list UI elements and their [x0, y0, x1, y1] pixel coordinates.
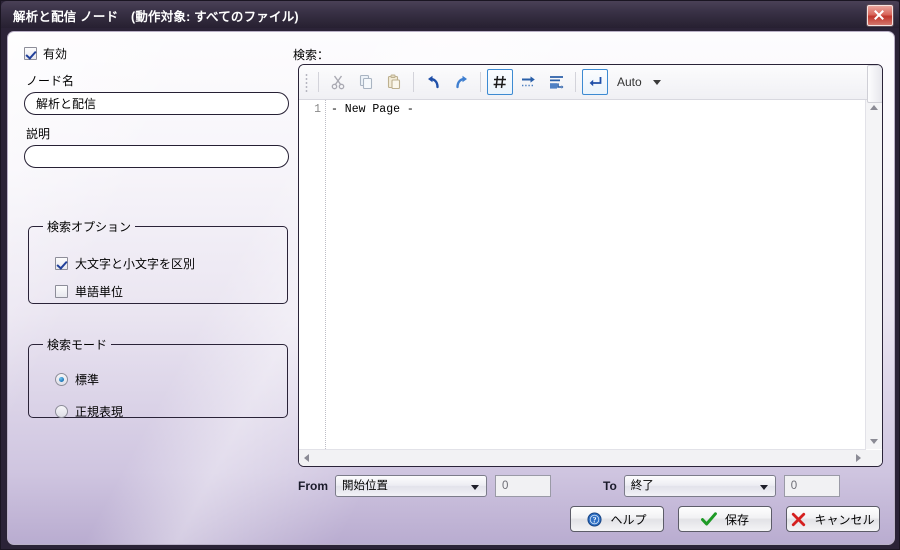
chevron-down-icon [471, 485, 479, 490]
help-button[interactable]: ? ヘルプ [570, 506, 664, 532]
cut-icon[interactable] [325, 69, 351, 95]
scrollbar-corner [866, 450, 882, 466]
dialog-content: 有効 ノード名 説明 検索オプション 大文字と小文字を区別 単語単位 検索モード… [7, 31, 895, 545]
left-panel: 有効 ノード名 説明 [24, 44, 292, 168]
scroll-up-icon[interactable] [870, 105, 878, 110]
horizontal-scrollbar[interactable] [299, 449, 866, 466]
title-bar: 解析と配信 ノード (動作対象: すべてのファイル) [1, 1, 899, 28]
search-section-label: 検索： [293, 48, 330, 62]
dialog-window: 解析と配信 ノード (動作対象: すべてのファイル) 有効 ノード名 説明 検索… [0, 0, 900, 550]
whole-word-row[interactable]: 単語単位 [55, 281, 277, 301]
line-number-gutter: 1 [299, 100, 326, 449]
search-mode-legend: 検索モード [47, 338, 108, 352]
from-dropdown-value: 開始位置 [342, 480, 388, 492]
search-mode-group: 検索モード 標準 正規表現 [28, 336, 288, 421]
search-editor-frame: Auto 1 - New Page - [298, 64, 883, 467]
editor-toolbar: Auto [299, 65, 882, 100]
encoding-label: Auto [617, 75, 642, 89]
chevron-down-icon [759, 485, 768, 490]
line-numbers-icon[interactable] [487, 69, 513, 95]
redo-icon[interactable] [448, 69, 474, 95]
cancel-button-label: キャンセル [814, 512, 875, 527]
case-sensitive-label: 大文字と小文字を区別 [75, 256, 196, 271]
editor-text[interactable]: - New Page - [326, 100, 865, 449]
description-input[interactable] [24, 145, 289, 168]
mode-standard-radio[interactable] [55, 372, 68, 386]
case-sensitive-row[interactable]: 大文字と小文字を区別 [55, 253, 277, 273]
word-wrap-icon[interactable] [543, 69, 569, 95]
vertical-scroll-thumb[interactable] [867, 65, 882, 103]
editor-body[interactable]: 1 - New Page - [299, 65, 882, 466]
to-dropdown[interactable]: 終了 [623, 475, 776, 497]
svg-text:?: ? [593, 515, 597, 524]
to-label: To [603, 479, 617, 493]
enabled-checkbox-label: 有効 [43, 46, 68, 61]
mode-standard-row[interactable]: 標準 [55, 369, 277, 389]
vertical-scrollbar[interactable] [865, 65, 882, 449]
scroll-right-icon[interactable] [856, 454, 861, 462]
from-offset-input[interactable] [495, 475, 551, 497]
enabled-checkbox[interactable] [24, 46, 37, 60]
cancel-button[interactable]: キャンセル [786, 506, 880, 532]
footer-buttons: ? ヘルプ 保存 キャンセル [570, 506, 880, 532]
from-dropdown[interactable]: 開始位置 [335, 475, 487, 497]
mode-regex-row[interactable]: 正規表現 [55, 401, 277, 421]
check-icon [700, 511, 717, 525]
toolbar-separator [575, 72, 576, 92]
description-label: 説明 [26, 127, 51, 141]
paste-icon[interactable] [381, 69, 407, 95]
chevron-down-icon[interactable] [652, 79, 661, 85]
case-sensitive-checkbox[interactable] [55, 256, 68, 270]
mode-regex-radio[interactable] [55, 404, 68, 418]
help-icon: ? [587, 511, 603, 527]
help-button-label: ヘルプ [610, 512, 647, 527]
close-icon[interactable] [867, 5, 893, 26]
to-dropdown-value: 終了 [630, 480, 654, 492]
node-name-input[interactable] [24, 92, 289, 115]
undo-icon[interactable] [420, 69, 446, 95]
mode-regex-label: 正規表現 [75, 404, 124, 419]
cross-icon [792, 512, 806, 526]
toolbar-separator [318, 72, 319, 92]
range-row: From 開始位置 To 終了 [298, 474, 888, 498]
copy-icon[interactable] [353, 69, 379, 95]
to-offset-input[interactable] [783, 475, 840, 497]
window-title: 解析と配信 ノード (動作対象: すべてのファイル) [13, 10, 299, 24]
show-newline-icon[interactable] [582, 69, 608, 95]
toolbar-separator [413, 72, 414, 92]
mode-standard-label: 標準 [75, 372, 100, 387]
show-tabs-icon[interactable] [515, 69, 541, 95]
toolbar-separator [480, 72, 481, 92]
scroll-left-icon[interactable] [304, 454, 309, 462]
save-button-label: 保存 [724, 512, 749, 527]
line-number: 1 [314, 103, 321, 116]
search-options-group: 検索オプション 大文字と小文字を区別 単語単位 [28, 218, 288, 304]
search-options-legend: 検索オプション [47, 220, 132, 234]
toolbar-grip[interactable] [305, 72, 308, 92]
whole-word-label: 単語単位 [75, 284, 124, 299]
save-button[interactable]: 保存 [678, 506, 772, 532]
node-name-label: ノード名 [26, 74, 75, 88]
whole-word-checkbox[interactable] [55, 284, 68, 298]
from-label: From [298, 479, 328, 493]
scroll-down-icon[interactable] [870, 439, 878, 444]
enabled-checkbox-row[interactable]: 有効 [24, 44, 292, 62]
